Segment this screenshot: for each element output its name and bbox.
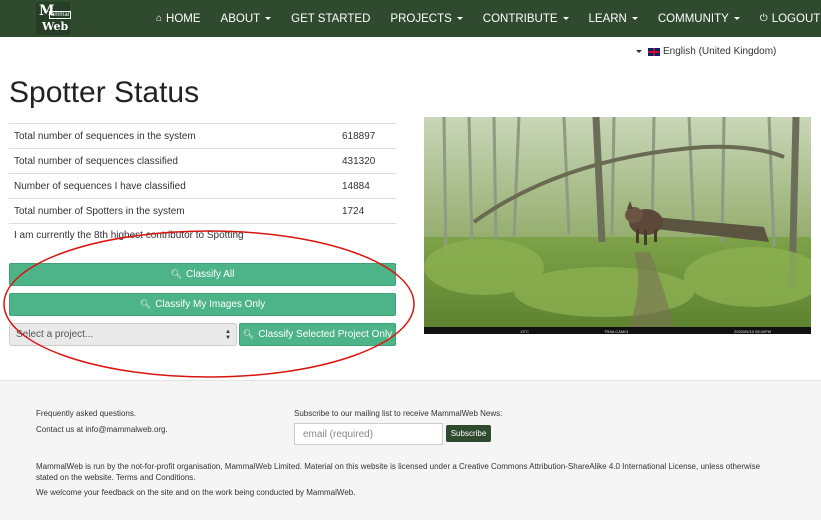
nav-get-started[interactable]: GET STARTED <box>281 13 380 25</box>
photo-overlay-temp: 13°C <box>520 329 529 334</box>
faq-link[interactable]: Frequently asked questions. <box>36 409 136 418</box>
table-row: Total number of sequences in the system … <box>9 124 396 149</box>
nav-learn[interactable]: LEARN <box>579 13 648 25</box>
nav-contribute-label: CONTRIBUTE <box>482 12 558 25</box>
nav-logout-label: LOGOUT <box>771 12 821 25</box>
stat-value: 431320 <box>342 155 376 167</box>
caret-down-icon <box>636 50 642 53</box>
home-icon: ⌂ <box>156 13 163 24</box>
nav-community-label: COMMUNITY <box>657 12 729 25</box>
stats-table: Total number of sequences in the system … <box>9 123 396 224</box>
subscribe-button[interactable]: Subscribe <box>446 425 491 442</box>
top-navbar: M ammal Web ⌂ HOME ABOUT GET STARTED PRO… <box>0 0 821 37</box>
page-footer <box>0 380 821 520</box>
stat-label: Total number of sequences classified <box>14 155 178 167</box>
stat-label: Total number of sequences in the system <box>14 130 196 142</box>
photo-overlay-camera: TRAILCAM01 <box>604 329 629 334</box>
nav-projects-label: PROJECTS <box>390 12 452 25</box>
uk-flag-icon <box>648 47 660 56</box>
nav-community[interactable]: COMMUNITY <box>648 13 750 25</box>
table-row: Total number of Spotters in the system 1… <box>9 199 396 224</box>
nav-about[interactable]: ABOUT <box>211 13 282 25</box>
nav-home[interactable]: ⌂ HOME <box>146 13 211 25</box>
caret-down-icon <box>733 17 740 20</box>
caret-down-icon <box>456 17 463 20</box>
main-nav: ⌂ HOME ABOUT GET STARTED PROJECTS CONTRI… <box>146 0 821 37</box>
nav-learn-label: LEARN <box>588 12 627 25</box>
email-field[interactable]: email (required) <box>294 423 443 445</box>
nav-projects[interactable]: PROJECTS <box>380 13 472 25</box>
power-icon: ⏻ <box>759 13 768 24</box>
stat-value: 1724 <box>342 205 365 217</box>
caret-down-icon <box>631 17 638 20</box>
nav-get-started-label: GET STARTED <box>291 12 371 25</box>
nav-logout[interactable]: ⏻ LOGOUT <box>750 13 821 25</box>
language-label: English (United Kingdom) <box>663 46 777 57</box>
page-title: Spotter Status <box>9 76 200 109</box>
annotation-ellipse <box>3 230 415 378</box>
mammalweb-logo[interactable]: M ammal Web <box>36 2 72 35</box>
mailing-list-label: Subscribe to our mailing list to receive… <box>294 409 503 418</box>
stat-value: 14884 <box>342 180 370 192</box>
photo-overlay-timestamp: 2020/05/10 08:00PM <box>734 329 771 334</box>
stat-value: 618897 <box>342 130 376 142</box>
feedback-text: We welcome your feedback on the site and… <box>36 488 356 497</box>
stat-label: Number of sequences I have classified <box>14 180 186 192</box>
nav-contribute[interactable]: CONTRIBUTE <box>473 13 579 25</box>
nav-home-label: HOME <box>166 12 201 25</box>
language-selector[interactable]: English (United Kingdom) <box>636 46 776 57</box>
caret-down-icon <box>562 17 569 20</box>
camera-trap-photo: 13°C TRAILCAM01 2020/05/10 08:00PM <box>424 117 811 334</box>
contact-text: Contact us at info@mammalweb.org. <box>36 425 168 434</box>
table-row: Number of sequences I have classified 14… <box>9 174 396 199</box>
nav-about-label: ABOUT <box>220 12 261 25</box>
license-text: MammalWeb is run by the not-for-profit o… <box>36 462 761 482</box>
stat-label: Total number of Spotters in the system <box>14 205 185 217</box>
caret-down-icon <box>265 17 272 20</box>
table-row: Total number of sequences classified 431… <box>9 149 396 174</box>
